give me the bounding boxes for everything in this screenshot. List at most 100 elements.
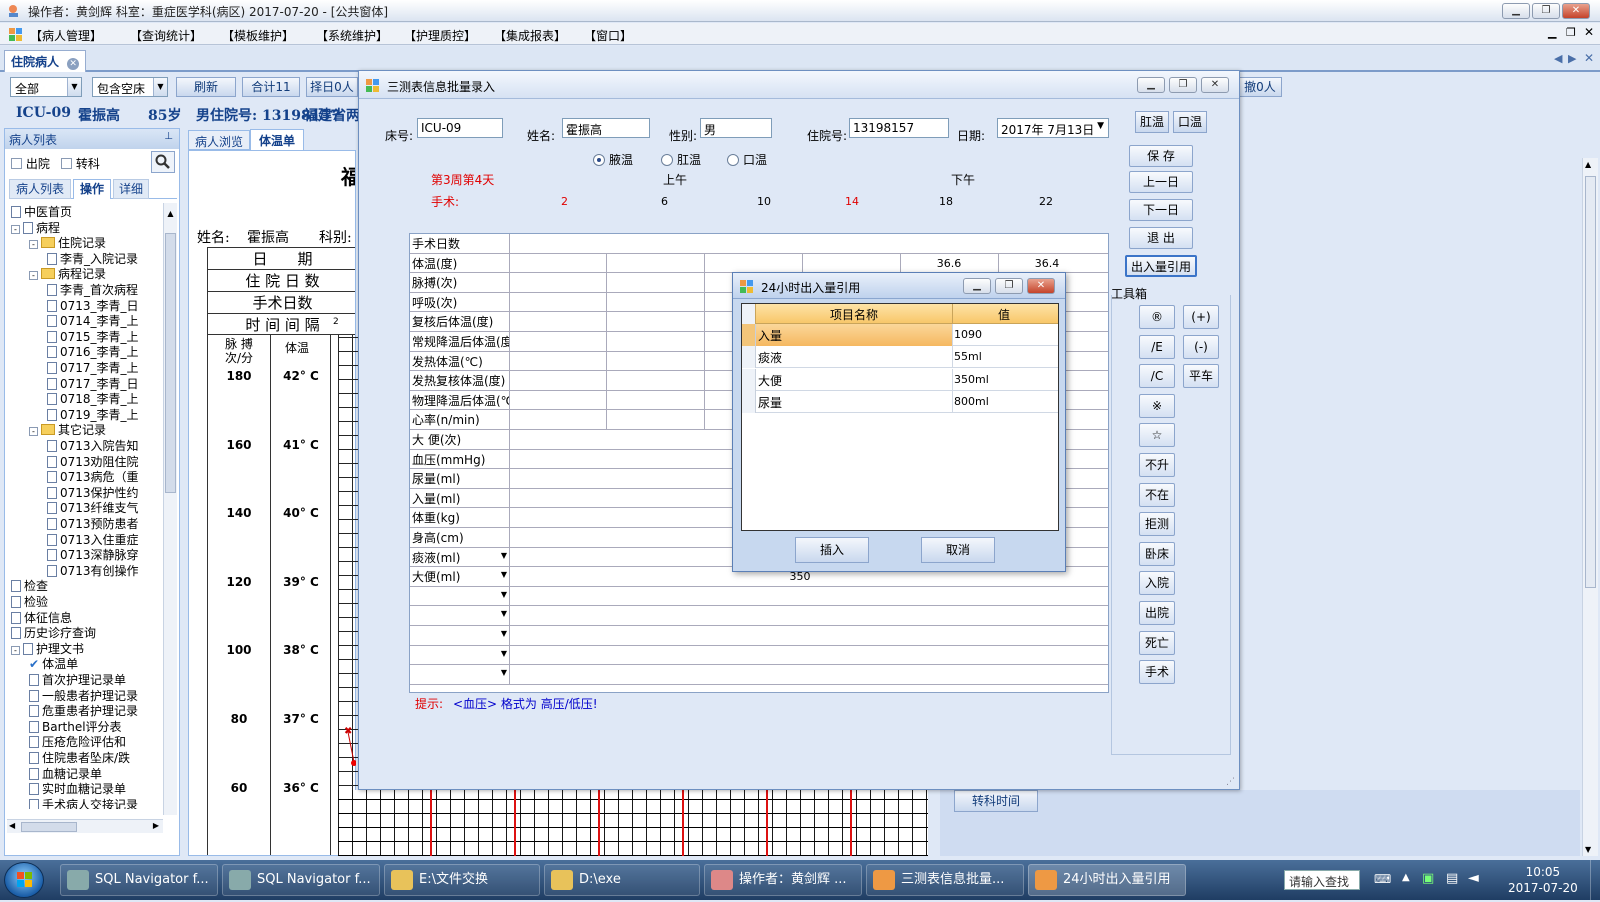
- tree-item[interactable]: 血糖记录单: [29, 765, 102, 782]
- speaker-icon[interactable]: ◄: [1468, 870, 1479, 886]
- right-count-button[interactable]: 撤0人: [1238, 77, 1282, 97]
- tree-item[interactable]: 0715_李青_上: [47, 328, 139, 345]
- clock[interactable]: 10:05 2017-07-20: [1508, 864, 1578, 896]
- tree-item[interactable]: 0713病危（重: [47, 468, 139, 485]
- tree-item[interactable]: 手术病人交接记录: [29, 796, 138, 809]
- tool-button[interactable]: 卧床: [1139, 541, 1175, 566]
- io-item-name[interactable]: 大便: [756, 369, 952, 391]
- chevron-down-icon[interactable]: ▼: [67, 78, 81, 96]
- main-vertical-scrollbar[interactable]: ▲ ▼: [1582, 158, 1598, 856]
- tree-item[interactable]: 历史诊疗查询: [11, 624, 96, 641]
- tool-button[interactable]: (+): [1183, 305, 1219, 329]
- tool-button[interactable]: /C: [1139, 364, 1175, 389]
- tree-item[interactable]: 0713预防患者: [47, 515, 139, 532]
- collapse-icon[interactable]: -: [29, 240, 38, 250]
- collapse-icon[interactable]: -: [11, 645, 20, 655]
- io-item-value[interactable]: 55ml: [954, 350, 1054, 363]
- tree-vertical-scrollbar[interactable]: ▲: [163, 203, 177, 815]
- table-row[interactable]: 入量 1090: [742, 324, 1058, 346]
- taskbar-item-6[interactable]: 24小时出入量引用: [1028, 864, 1186, 896]
- transfer-time-button[interactable]: 转科时间: [954, 790, 1038, 812]
- checkbox-transfer[interactable]: 转科: [61, 155, 100, 172]
- menu-item-4[interactable]: 【护理质控】: [404, 27, 476, 44]
- tree-item[interactable]: 0714_李青_上: [47, 312, 139, 329]
- tool-button[interactable]: 手术: [1139, 660, 1175, 685]
- side-button-4[interactable]: 出入量引用: [1125, 255, 1197, 277]
- taskbar-search-input[interactable]: 请输入查找: [1284, 870, 1360, 890]
- menu-item-6[interactable]: 【窗口】: [584, 27, 632, 44]
- io-close-button[interactable]: ✕: [1027, 278, 1055, 294]
- tree-item[interactable]: 0719_李青_上: [47, 406, 139, 423]
- taskbar-item-2[interactable]: E:\文件交换: [384, 864, 540, 896]
- cancel-button[interactable]: 取消: [921, 537, 995, 563]
- date-picker[interactable]: 2017年 7月13日 ▼: [997, 118, 1109, 138]
- tree-item[interactable]: 李青_首次病程: [47, 281, 138, 298]
- tab-close-icon[interactable]: ✕: [67, 58, 80, 70]
- tool-button[interactable]: /E: [1139, 334, 1175, 359]
- tool-button[interactable]: ®: [1139, 305, 1175, 329]
- left-tab-2[interactable]: 详细: [113, 179, 149, 199]
- tree-item[interactable]: 0713纤维支气: [47, 499, 139, 516]
- resize-grip-icon[interactable]: ⋰: [1226, 777, 1235, 787]
- bed-filter-select[interactable]: 包含空床 ▼: [92, 77, 168, 97]
- taskbar-item-0[interactable]: SQL Navigator f...: [60, 864, 218, 896]
- menu-item-5[interactable]: 【集成报表】: [494, 27, 566, 44]
- tray-expand-icon[interactable]: ▲: [1402, 872, 1410, 883]
- table-row[interactable]: 大便 350ml: [742, 368, 1058, 391]
- menu-item-2[interactable]: 【模板维护】: [222, 27, 294, 44]
- tab-inpatients[interactable]: 住院病人 ✕: [4, 50, 87, 72]
- chevron-down-icon[interactable]: ▼: [501, 629, 507, 638]
- grid-combo-row[interactable]: ▼: [410, 645, 510, 666]
- tree-item[interactable]: 0713劝阻住院: [47, 453, 139, 470]
- chevron-down-icon[interactable]: ▼: [501, 570, 507, 579]
- scroll-up-icon[interactable]: ▲: [1585, 160, 1591, 169]
- io-item-name[interactable]: 尿量: [756, 391, 952, 413]
- tool-button[interactable]: ※: [1139, 393, 1175, 418]
- tool-button[interactable]: 不在: [1139, 482, 1175, 507]
- scroll-thumb[interactable]: [21, 822, 77, 832]
- scroll-thumb[interactable]: [165, 233, 176, 493]
- side-button-2[interactable]: 下一日: [1129, 199, 1193, 221]
- mdi-minimize-icon[interactable]: ▁: [1548, 26, 1556, 39]
- table-row[interactable]: 尿量 800ml: [742, 391, 1058, 414]
- tool-button[interactable]: 拒测: [1139, 512, 1175, 537]
- tree-item[interactable]: 危重患者护理记录: [29, 702, 138, 719]
- grid-combo-row[interactable]: 大便(ml) ▼: [410, 567, 510, 587]
- tool-button[interactable]: 不升: [1139, 453, 1175, 477]
- dialog-minimize-button[interactable]: ▁: [1137, 77, 1165, 93]
- tray-app-icon[interactable]: ▣: [1422, 871, 1434, 886]
- total-button[interactable]: 合计11: [242, 77, 300, 97]
- chevron-down-icon[interactable]: ▼: [501, 668, 507, 677]
- tree-item[interactable]: - 护理文书: [11, 640, 84, 657]
- checkbox-discharged[interactable]: 出院: [11, 155, 50, 172]
- chevron-down-icon[interactable]: ▼: [1097, 121, 1104, 131]
- row-header[interactable]: [742, 346, 756, 369]
- collapse-icon[interactable]: -: [29, 271, 38, 281]
- ward-filter-select[interactable]: 全部 ▼: [10, 77, 82, 97]
- io-item-name[interactable]: 入量: [756, 324, 952, 346]
- search-button[interactable]: [151, 151, 175, 173]
- tree-item[interactable]: 0713保护性约: [47, 484, 139, 501]
- name-input[interactable]: 霍振高: [562, 118, 650, 138]
- gender-input[interactable]: 男: [700, 118, 772, 138]
- taskbar-item-5[interactable]: 三测表信息批量...: [866, 864, 1024, 896]
- tool-button[interactable]: ☆: [1139, 423, 1175, 448]
- scroll-down-icon[interactable]: ▼: [1585, 845, 1591, 854]
- radio-icon[interactable]: [727, 154, 739, 166]
- tab-scroll-left-icon[interactable]: ◀: [1554, 52, 1562, 65]
- tree-horizontal-scrollbar[interactable]: ◀ ▶: [7, 819, 163, 833]
- tab-close-all-icon[interactable]: ✕: [1584, 51, 1594, 65]
- chevron-down-icon[interactable]: ▼: [501, 590, 507, 599]
- tree-item[interactable]: 住院患者坠床/跌: [29, 749, 130, 766]
- side-button-1[interactable]: 上一日: [1129, 171, 1193, 193]
- network-icon[interactable]: ▤: [1446, 871, 1458, 886]
- tree-item[interactable]: 检验: [11, 593, 48, 610]
- dialog-close-button[interactable]: ✕: [1201, 77, 1229, 93]
- chevron-down-icon[interactable]: ▼: [501, 649, 507, 658]
- tree-item[interactable]: 0717_李青_上: [47, 359, 139, 376]
- mdi-close-icon[interactable]: ✕: [1584, 25, 1594, 39]
- tree-item[interactable]: ✔ 体温单: [29, 655, 78, 672]
- left-tab-1[interactable]: 操作: [73, 179, 111, 199]
- bed-input[interactable]: ICU-09: [417, 118, 503, 138]
- close-button[interactable]: ✕: [1562, 3, 1590, 19]
